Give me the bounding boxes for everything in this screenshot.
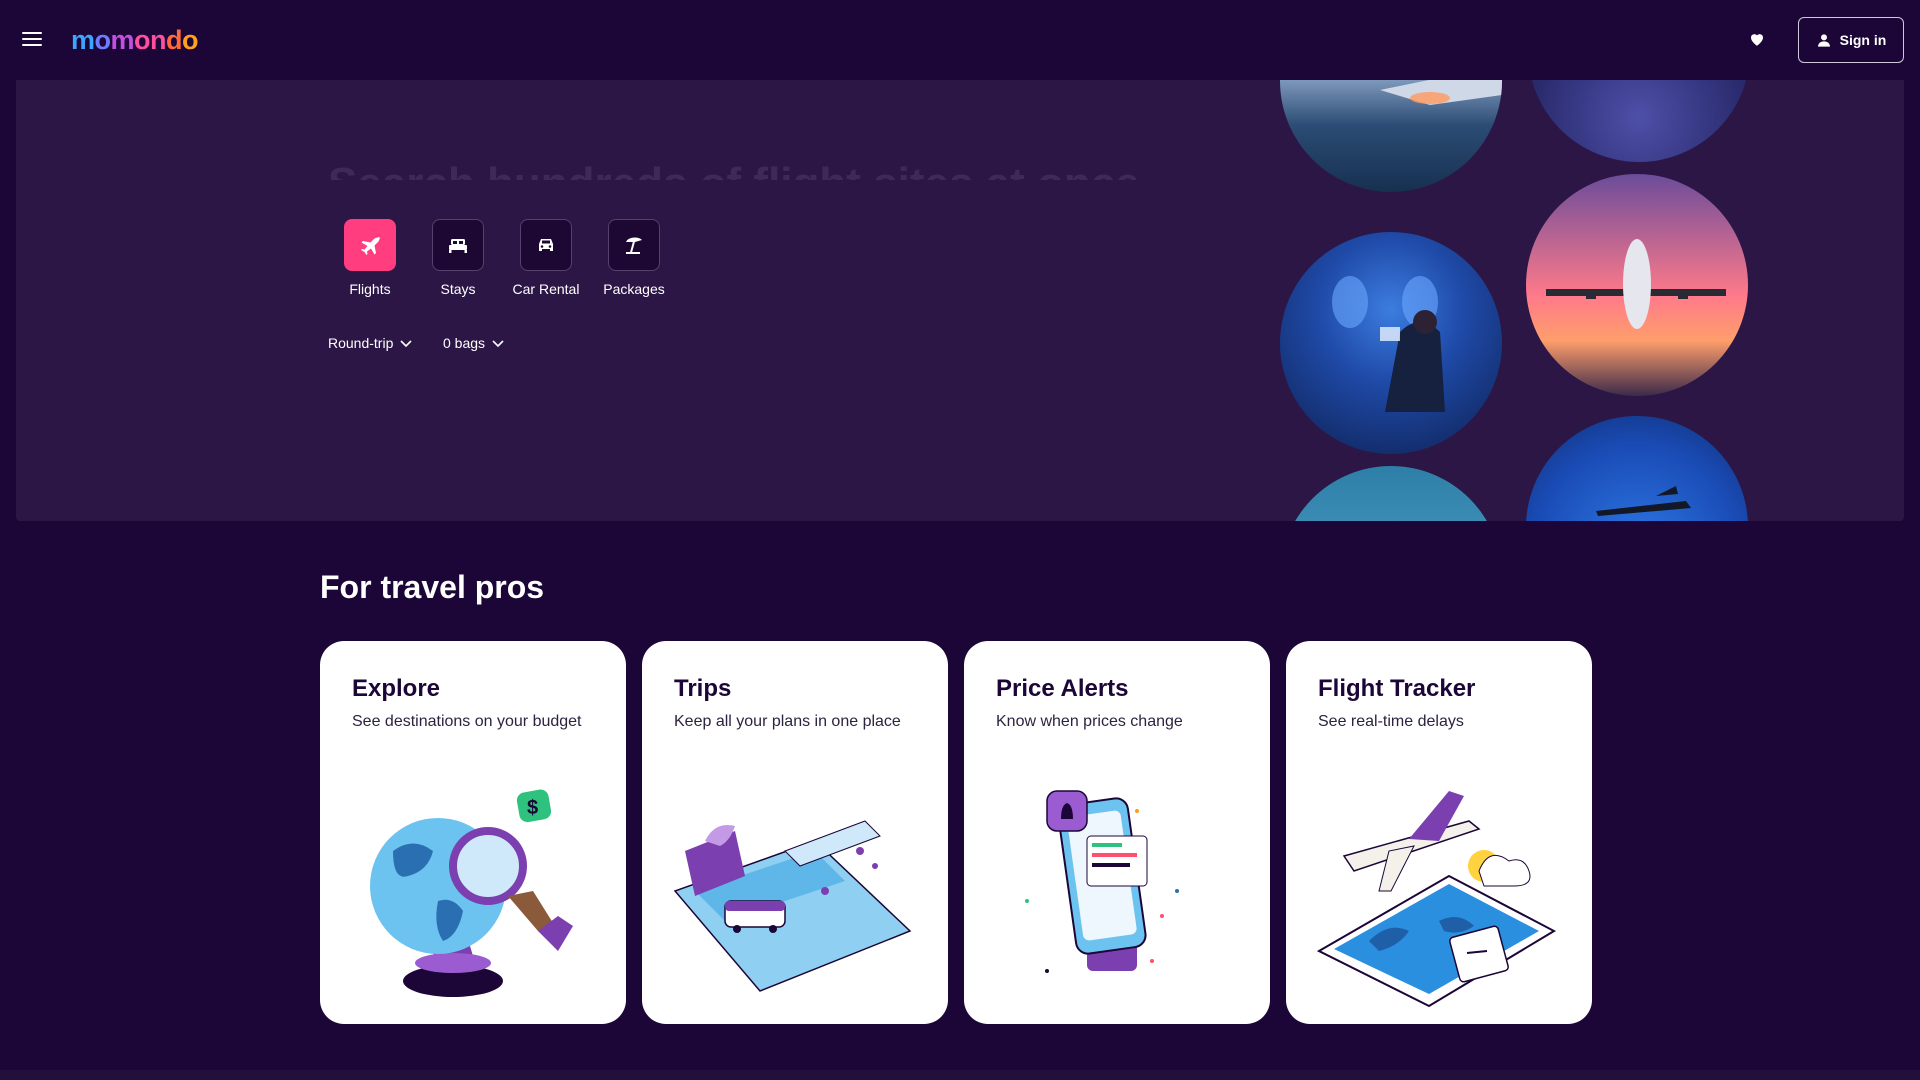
- vertical-car-rental[interactable]: Car Rental: [506, 219, 586, 297]
- user-icon: [1817, 34, 1830, 47]
- photo-plane-moon: [1526, 416, 1748, 521]
- card-subtitle: Know when prices change: [996, 713, 1183, 730]
- card-title: Trips: [674, 675, 732, 702]
- momondo-logo[interactable]: momondo: [71, 24, 199, 56]
- sign-in-button[interactable]: Sign in: [1798, 17, 1904, 63]
- photo-passenger-cabin: [1280, 232, 1502, 454]
- car-icon: [520, 219, 572, 271]
- bags-value: 0 bags: [443, 335, 486, 351]
- vertical-flights[interactable]: Flights: [330, 219, 410, 297]
- card-subtitle: See destinations on your budget: [352, 713, 582, 730]
- card-subtitle: See real-time delays: [1318, 713, 1464, 730]
- top-header: momondo Sign in: [0, 0, 1920, 80]
- favorites-heart-icon[interactable]: [1748, 26, 1766, 54]
- umbrella-icon: [608, 219, 660, 271]
- vertical-label: Flights: [349, 281, 391, 297]
- card-title: Price Alerts: [996, 675, 1129, 702]
- vertical-label: Car Rental: [512, 281, 580, 297]
- card-explore[interactable]: Explore See destinations on your budget …: [320, 641, 626, 1024]
- card-title: Flight Tracker: [1318, 675, 1476, 702]
- phone-alert-illustration-icon: [1025, 790, 1179, 973]
- vertical-label: Stays: [440, 281, 476, 297]
- card-subtitle: Keep all your plans in one place: [674, 713, 901, 730]
- vertical-label: Packages: [603, 281, 665, 297]
- chevron-down-icon: [400, 340, 412, 348]
- photo-airplane-wing: [1280, 80, 1502, 192]
- map-illustration-icon: [673, 820, 912, 992]
- svg-text:$: $: [527, 797, 538, 819]
- vertical-stays[interactable]: Stays: [418, 219, 498, 297]
- footer-strip: [0, 1070, 1920, 1080]
- card-title: Explore: [352, 675, 441, 702]
- trip-type-dropdown[interactable]: Round-trip: [328, 335, 413, 351]
- plane-icon: [344, 219, 396, 271]
- trip-type-value: Round-trip: [328, 335, 394, 351]
- chevron-down-icon: [492, 340, 504, 348]
- menu-icon[interactable]: [20, 28, 48, 52]
- section-title: For travel pros: [320, 569, 545, 605]
- bed-icon: [432, 219, 484, 271]
- card-flight-tracker[interactable]: Flight Tracker See real-time delays: [1286, 641, 1592, 1024]
- photo-night-landscape: [1528, 80, 1750, 162]
- photo-plane-sunset: [1526, 174, 1748, 396]
- card-price-alerts[interactable]: Price Alerts Know when prices change: [964, 641, 1270, 1024]
- sign-in-label: Sign in: [1839, 32, 1887, 48]
- photo-sky-plane: [1280, 466, 1502, 521]
- search-hero: Search hundreds of flight sites at once.…: [16, 80, 1904, 521]
- vertical-packages[interactable]: Packages: [594, 219, 674, 297]
- hero-headline: Search hundreds of flight sites at once.: [328, 152, 1152, 180]
- globe-illustration-icon: $: [370, 789, 573, 997]
- card-trips[interactable]: Trips Keep all your plans in one place: [642, 641, 948, 1024]
- bags-dropdown[interactable]: 0 bags: [443, 335, 505, 351]
- flight-tracker-illustration-icon: [1316, 791, 1557, 1008]
